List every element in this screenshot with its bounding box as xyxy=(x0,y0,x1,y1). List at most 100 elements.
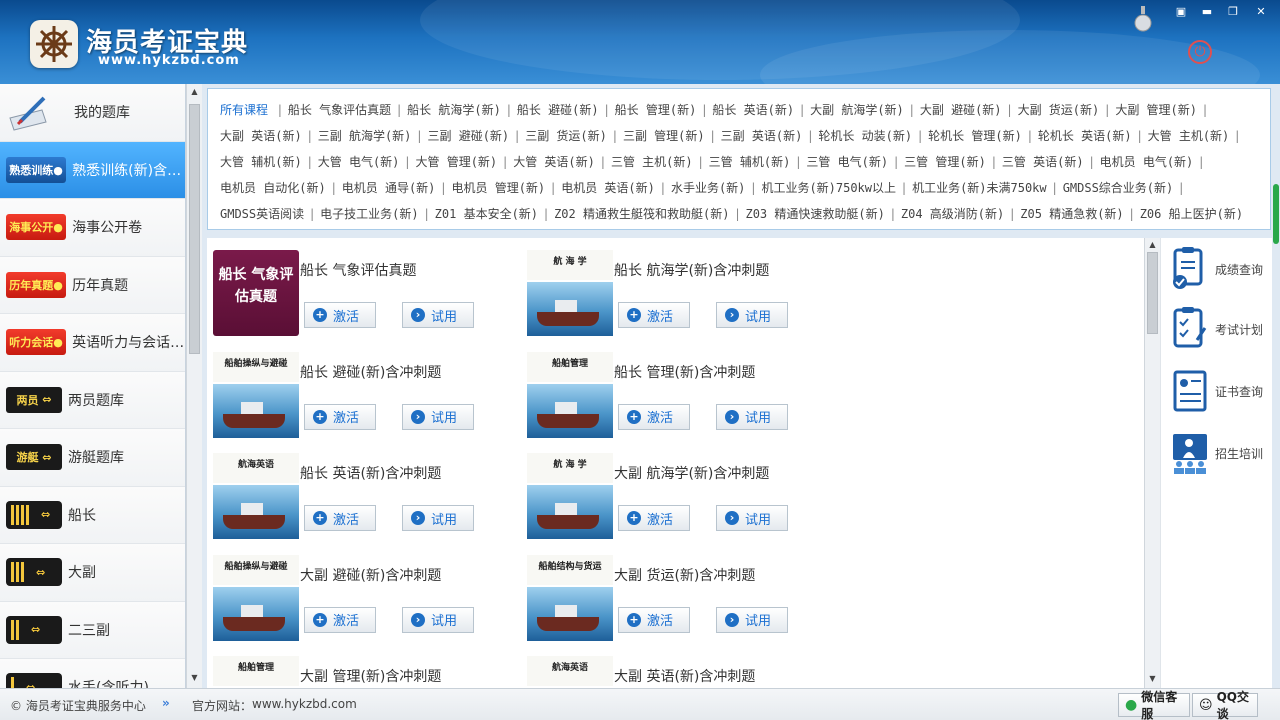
filter-course-link[interactable]: 大管 辅机(新) xyxy=(220,149,302,175)
filter-course-link[interactable]: 三副 避碰(新) xyxy=(427,123,509,149)
course-cover[interactable]: 航海英语 xyxy=(527,656,613,688)
filter-course-link[interactable]: 三管 英语(新) xyxy=(1002,149,1084,175)
filter-course-link[interactable]: 船长 航海学(新) xyxy=(407,97,501,123)
sidebar-item-familiar-training[interactable]: 熟悉训练● 熟悉训练(新)含冲刺题 xyxy=(0,141,185,199)
scroll-down-icon[interactable]: ▼ xyxy=(1147,674,1158,686)
filter-course-link[interactable]: 电机员 管理(新) xyxy=(451,175,545,201)
filter-course-link[interactable]: 电机员 电气(新) xyxy=(1100,149,1194,175)
scroll-up-icon[interactable]: ▲ xyxy=(1147,240,1158,252)
filter-course-link[interactable]: 机工业务(新)未满750kw xyxy=(912,175,1047,201)
filter-course-link[interactable]: 大副 管理(新) xyxy=(1115,97,1197,123)
sidebar-scrollbar[interactable]: ▲ ▼ xyxy=(186,84,202,688)
filter-course-link[interactable]: 三副 英语(新) xyxy=(721,123,803,149)
minimize-icon[interactable]: ▬ xyxy=(1196,4,1218,20)
filter-course-link[interactable]: Z06 船上医护(新) xyxy=(1140,201,1243,227)
filter-course-link[interactable]: 大管 英语(新) xyxy=(513,149,595,175)
sidebar-item-chief-officer[interactable]: ⇔ 大副 xyxy=(0,544,185,602)
sidebar-item-two-crew[interactable]: 两员 ⇔ 两员题库 xyxy=(0,371,185,429)
filter-course-link[interactable]: 三管 管理(新) xyxy=(904,149,986,175)
qq-chat-button[interactable]: ☺ QQ交谈 xyxy=(1192,690,1258,720)
filter-course-link[interactable]: Z05 精通急救(新) xyxy=(1020,201,1123,227)
sidebar-item-sailor[interactable]: ⇔ 水手(含听力) xyxy=(0,659,185,688)
sidebar-item-yacht[interactable]: 游艇 ⇔ 游艇题库 xyxy=(0,429,185,487)
course-cover[interactable]: 船舶管理 xyxy=(527,351,613,438)
sidebar-item-second-third-officer[interactable]: ⇔ 二三副 xyxy=(0,601,185,659)
filter-course-link[interactable]: 大副 货运(新) xyxy=(1018,97,1100,123)
filter-course-link[interactable]: 三管 主机(新) xyxy=(611,149,693,175)
activate-button[interactable]: + 激活 xyxy=(304,302,376,328)
filter-course-link[interactable]: 大副 英语(新) xyxy=(220,123,302,149)
filter-course-link[interactable]: 电子技工业务(新) xyxy=(320,201,418,227)
double-chevron-icon[interactable]: » xyxy=(162,696,170,710)
scroll-up-icon[interactable]: ▲ xyxy=(189,87,200,99)
maximize-icon[interactable]: ❐ xyxy=(1222,4,1244,20)
filter-course-link[interactable]: 机工业务(新)750kw以上 xyxy=(761,175,896,201)
trial-button[interactable]: › 试用 xyxy=(402,302,474,328)
scrollbar-thumb[interactable] xyxy=(189,104,200,354)
scrollbar-thumb[interactable] xyxy=(1147,252,1158,334)
activate-button[interactable]: + 激活 xyxy=(304,403,376,430)
sidebar-item-listening[interactable]: 听力会话● 英语听力与会话(新) xyxy=(0,314,185,372)
filter-course-link[interactable]: GMDSS综合业务(新) xyxy=(1063,175,1174,201)
filter-course-link[interactable]: Z01 基本安全(新) xyxy=(435,201,538,227)
filter-course-link[interactable]: 三副 货运(新) xyxy=(525,123,607,149)
grid-scrollbar[interactable]: ▲ ▼ xyxy=(1144,238,1160,688)
filter-course-link[interactable]: 船长 气象评估真题 xyxy=(288,97,391,123)
filter-course-link[interactable]: 船长 避碰(新) xyxy=(517,97,599,123)
scroll-down-icon[interactable]: ▼ xyxy=(189,673,200,685)
site-link[interactable]: www.hykzbd.com xyxy=(252,697,357,711)
filter-course-link[interactable]: 三副 管理(新) xyxy=(623,123,705,149)
filter-course-link[interactable]: 轮机长 管理(新) xyxy=(928,123,1022,149)
course-cover[interactable]: 船舶操纵与避碰 xyxy=(213,351,299,438)
filter-course-link[interactable]: 大管 管理(新) xyxy=(415,149,497,175)
skin-icon[interactable]: ▣ xyxy=(1170,4,1192,20)
filter-course-link[interactable]: 三副 航海学(新) xyxy=(318,123,412,149)
filter-course-link[interactable]: 电机员 自动化(新) xyxy=(220,175,326,201)
activate-button[interactable]: + 激活 xyxy=(618,505,690,531)
trial-button[interactable]: › 试用 xyxy=(716,302,788,328)
filter-course-link[interactable]: 三管 辅机(新) xyxy=(709,149,791,175)
filter-course-link[interactable]: 三管 电气(新) xyxy=(806,149,888,175)
enrollment-training-button[interactable]: 招生培训 xyxy=(1171,428,1271,478)
score-query-button[interactable]: 成绩查询 xyxy=(1171,244,1271,294)
power-icon[interactable]: ⏻ xyxy=(1188,40,1212,64)
exam-plan-button[interactable]: 考试计划 xyxy=(1171,304,1271,354)
course-cover[interactable]: 航 海 学 xyxy=(527,250,613,336)
activate-button[interactable]: + 激活 xyxy=(618,302,690,328)
course-cover[interactable]: 船舶结构与货运 xyxy=(527,554,613,641)
wechat-service-button[interactable]: ● 微信客服 xyxy=(1118,690,1190,720)
sidebar-item-maritime-open[interactable]: 海事公开● 海事公开卷 xyxy=(0,199,185,257)
filter-course-link[interactable]: 轮机长 动装(新) xyxy=(818,123,912,149)
filter-course-link[interactable]: GMDSS英语阅读 xyxy=(220,201,304,227)
course-cover[interactable]: 船舶管理 xyxy=(213,656,299,688)
filter-all-courses[interactable]: 所有课程 xyxy=(220,97,268,123)
filter-course-link[interactable]: 水手业务(新) xyxy=(671,175,745,201)
activate-button[interactable]: + 激活 xyxy=(304,606,376,633)
course-cover[interactable]: 船舶操纵与避碰 xyxy=(213,554,299,641)
sidebar-item-my-bank[interactable]: 我的题库 xyxy=(0,84,185,142)
course-cover[interactable]: 船长 气象评估真题 xyxy=(213,250,299,336)
activate-button[interactable]: + 激活 xyxy=(304,505,376,531)
filter-course-link[interactable]: 电机员 通导(新) xyxy=(342,175,436,201)
trial-button[interactable]: › 试用 xyxy=(402,505,474,531)
certificate-query-button[interactable]: 证书查询 xyxy=(1171,366,1271,416)
activate-button[interactable]: + 激活 xyxy=(618,606,690,633)
filter-course-link[interactable]: 大副 航海学(新) xyxy=(810,97,904,123)
trial-button[interactable]: › 试用 xyxy=(402,403,474,430)
filter-course-link[interactable]: Z03 精通快速救助艇(新) xyxy=(745,201,884,227)
bulb-icon[interactable] xyxy=(1134,6,1152,34)
filter-course-link[interactable]: 船长 管理(新) xyxy=(615,97,697,123)
trial-button[interactable]: › 试用 xyxy=(716,505,788,531)
filter-course-link[interactable]: 轮机长 英语(新) xyxy=(1038,123,1132,149)
filter-course-link[interactable]: 船长 英语(新) xyxy=(712,97,794,123)
course-cover[interactable]: 航海英语 xyxy=(213,453,299,539)
filter-course-link[interactable]: 电机员 英语(新) xyxy=(561,175,655,201)
trial-button[interactable]: › 试用 xyxy=(716,403,788,430)
filter-course-link[interactable]: 大管 电气(新) xyxy=(318,149,400,175)
trial-button[interactable]: › 试用 xyxy=(716,606,788,633)
filter-course-link[interactable]: Z02 精通救生艇筏和救助艇(新) xyxy=(554,201,729,227)
sidebar-item-past-exams[interactable]: 历年真题● 历年真题 xyxy=(0,256,185,314)
filter-course-link[interactable]: 大副 避碰(新) xyxy=(920,97,1002,123)
filter-course-link[interactable]: Z04 高级消防(新) xyxy=(901,201,1004,227)
course-cover[interactable]: 航 海 学 xyxy=(527,453,613,539)
